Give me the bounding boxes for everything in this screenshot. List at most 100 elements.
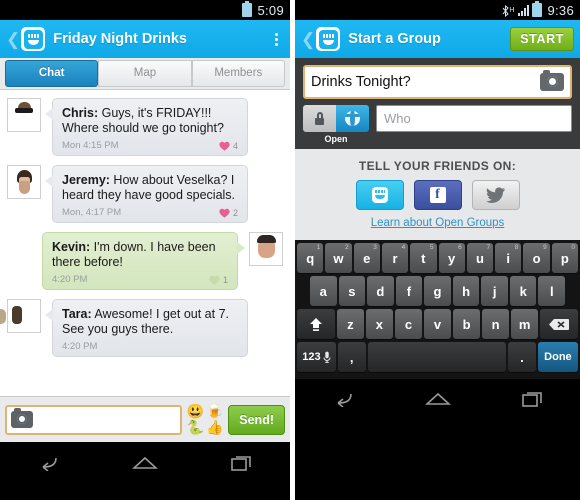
shift-key-icon[interactable] xyxy=(296,309,335,339)
key-g[interactable]: g xyxy=(424,276,451,306)
table-row: Tara: Awesome! I get out at 7. See you g… xyxy=(0,299,290,357)
send-button[interactable]: Send! xyxy=(228,404,285,435)
snake-icon[interactable]: 🐍 xyxy=(186,420,205,435)
message-text: Kevin: I'm down. I have been there befor… xyxy=(52,240,228,270)
camera-icon[interactable] xyxy=(540,70,564,91)
home-nav-icon[interactable] xyxy=(128,452,162,474)
learn-about-open-groups-link[interactable]: Learn about Open Groups xyxy=(371,217,505,229)
left-action-bar: ❮ Friday Night Drinks xyxy=(0,20,290,58)
comma-key[interactable]: , xyxy=(337,342,366,372)
smiley-icon[interactable]: 😃 xyxy=(186,404,205,419)
keyboard-row-4: 123 , . Done xyxy=(297,342,578,372)
lock-icon[interactable] xyxy=(303,105,336,132)
key-w[interactable]: 2w xyxy=(325,243,352,273)
overflow-menu-icon[interactable] xyxy=(268,32,284,46)
key-j[interactable]: j xyxy=(481,276,508,306)
beer-icon[interactable]: 🍺 xyxy=(206,404,225,419)
key-a[interactable]: a xyxy=(309,276,337,306)
reaction-badge[interactable]: 1 xyxy=(209,275,228,285)
key-l[interactable]: l xyxy=(538,276,566,306)
privacy-toggle[interactable]: Open xyxy=(303,105,369,144)
chat-message-list[interactable]: Chris: Guys, it's FRIDAY!!! Where should… xyxy=(0,90,290,396)
on-screen-keyboard[interactable]: 1q 2w 3e 4r 5t 6y 7u 8i 9o 0p a s d f g … xyxy=(295,240,580,379)
key-n[interactable]: n xyxy=(482,309,510,339)
battery-icon xyxy=(242,1,253,17)
reaction-badge[interactable]: 4 xyxy=(219,141,238,151)
camera-icon[interactable] xyxy=(11,408,33,428)
reaction-badge[interactable]: 2 xyxy=(219,208,238,218)
key-h[interactable]: h xyxy=(452,276,480,306)
key-b[interactable]: b xyxy=(453,309,481,339)
chat-bubble[interactable]: Tara: Awesome! I get out at 7. See you g… xyxy=(45,299,248,357)
tab-map[interactable]: Map xyxy=(98,59,192,87)
tab-members[interactable]: Members xyxy=(191,59,285,87)
backspace-key-icon[interactable] xyxy=(540,309,579,339)
key-m[interactable]: m xyxy=(511,309,539,339)
key-p[interactable]: 0p xyxy=(551,243,578,273)
right-status-bar: H 9:36 xyxy=(295,0,580,20)
privacy-label: Open xyxy=(324,134,348,144)
avatar[interactable] xyxy=(7,98,41,132)
key-k[interactable]: k xyxy=(509,276,537,306)
done-key[interactable]: Done xyxy=(537,342,578,372)
numeric-mode-key[interactable]: 123 xyxy=(297,342,336,372)
key-v[interactable]: v xyxy=(423,309,452,339)
reaction-count: 1 xyxy=(222,274,228,285)
emoji-picker[interactable]: 😃 🍺 🐍 👍 xyxy=(186,404,224,435)
twitter-icon[interactable] xyxy=(471,180,520,210)
battery-icon xyxy=(532,1,543,17)
message-input[interactable] xyxy=(5,404,183,435)
key-q[interactable]: 1q xyxy=(297,243,324,273)
facebook-icon[interactable]: f xyxy=(413,180,462,210)
key-f[interactable]: f xyxy=(395,276,423,306)
globe-icon[interactable] xyxy=(336,105,369,132)
chat-bubble[interactable]: Chris: Guys, it's FRIDAY!!! Where should… xyxy=(45,98,248,156)
key-r[interactable]: 4r xyxy=(381,243,409,273)
heart-icon xyxy=(219,141,230,151)
chat-bubble[interactable]: Kevin: I'm down. I have been there befor… xyxy=(42,232,245,290)
table-row: Jeremy: How about Veselka? I heard they … xyxy=(0,165,290,223)
back-chevron-icon[interactable]: ❮ xyxy=(6,31,20,48)
recents-nav-icon[interactable] xyxy=(516,388,550,410)
thumbs-up-icon[interactable]: 👍 xyxy=(206,420,225,435)
message-composer: 😃 🍺 🐍 👍 Send! xyxy=(0,396,290,442)
key-u[interactable]: 7u xyxy=(466,243,494,273)
key-t[interactable]: 5t xyxy=(410,243,437,273)
right-phone-screen: H 9:36 ❮ Start a Group START Drinks Toni… xyxy=(295,0,580,500)
avatar[interactable] xyxy=(7,299,41,333)
who-input[interactable]: Who xyxy=(376,105,572,132)
avatar[interactable] xyxy=(249,232,283,266)
message-time: Mon 4:15 PM xyxy=(62,140,119,151)
start-button[interactable]: START xyxy=(510,27,574,51)
key-o[interactable]: 9o xyxy=(523,243,550,273)
home-nav-icon[interactable] xyxy=(421,388,455,410)
left-status-bar: 5:09 xyxy=(0,0,290,20)
app-share-icon[interactable] xyxy=(355,180,404,210)
key-c[interactable]: c xyxy=(394,309,422,339)
reaction-count: 4 xyxy=(232,140,238,151)
period-key[interactable]: . xyxy=(508,342,536,372)
back-nav-icon[interactable] xyxy=(326,388,360,410)
back-chevron-icon[interactable]: ❮ xyxy=(301,31,315,48)
heart-icon xyxy=(219,208,230,218)
key-y[interactable]: 6y xyxy=(438,243,465,273)
key-x[interactable]: x xyxy=(365,309,393,339)
key-i[interactable]: 8i xyxy=(495,243,522,273)
key-s[interactable]: s xyxy=(338,276,366,306)
chat-bubble[interactable]: Jeremy: How about Veselka? I heard they … xyxy=(45,165,248,223)
recents-nav-icon[interactable] xyxy=(225,452,259,474)
reaction-count: 2 xyxy=(232,207,238,218)
table-row: Chris: Guys, it's FRIDAY!!! Where should… xyxy=(0,98,290,156)
key-z[interactable]: z xyxy=(336,309,364,339)
group-name-input[interactable]: Drinks Tonight? xyxy=(303,65,572,99)
key-e[interactable]: 3e xyxy=(353,243,380,273)
message-text: Tara: Awesome! I get out at 7. See you g… xyxy=(62,307,238,337)
space-key[interactable] xyxy=(367,342,507,372)
avatar[interactable] xyxy=(7,165,41,199)
key-d[interactable]: d xyxy=(367,276,394,306)
message-time: 4:20 PM xyxy=(52,274,88,285)
page-title: Start a Group xyxy=(348,31,441,47)
message-sender: Kevin: xyxy=(52,240,91,254)
tab-chat[interactable]: Chat xyxy=(5,59,99,87)
back-nav-icon[interactable] xyxy=(31,452,65,474)
